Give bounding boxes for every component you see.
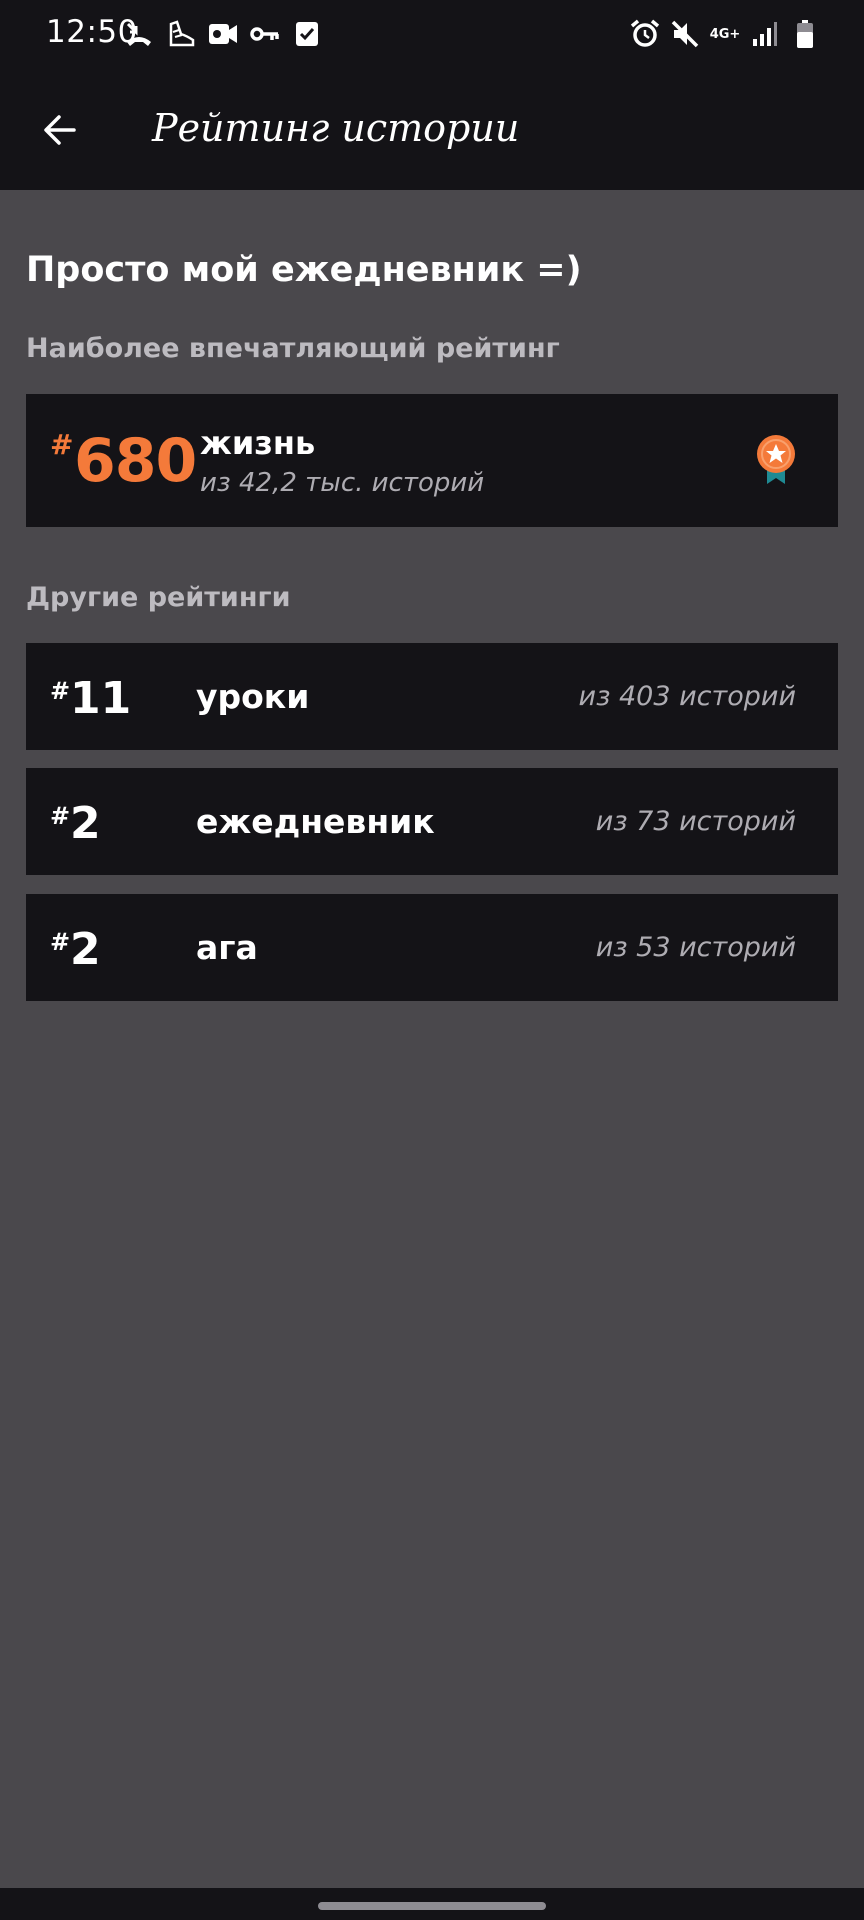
home-gesture-handle[interactable] [318,1902,546,1910]
signal-icon [750,17,780,51]
rating-row[interactable]: # 11 уроки из 403 историй [26,643,838,750]
rating-subtitle: из 403 историй [578,681,796,712]
rank-number: 2 [70,924,101,975]
app-bar: Рейтинг истории [0,70,864,190]
status-bar: 12:50 4G+ [0,0,864,70]
video-camera-icon [208,17,238,51]
network-icon: 4G+ [709,26,741,42]
shoe-icon [166,17,196,51]
alarm-icon [630,17,660,51]
top-rating-subtitle: из 42,2 тыс. историй [200,468,485,498]
mute-icon [670,17,700,51]
rating-row[interactable]: # 2 ага из 53 историй [26,894,838,1001]
story-title: Просто мой ежедневник =) [26,250,582,290]
checkbox-icon [292,17,322,51]
rank-number: 11 [70,673,132,724]
rating-tag: ежедневник [196,802,435,841]
battery-icon [790,17,820,51]
medal-icon [757,435,795,484]
rating-tag: уроки [196,677,310,716]
back-button[interactable] [30,100,90,160]
rating-subtitle: из 53 историй [595,932,796,963]
navigation-bar [0,1888,864,1920]
missed-call-icon [124,17,154,51]
top-rank-number: 680 [74,426,197,496]
rank-hash: # [50,802,71,830]
rating-subtitle: из 73 историй [595,806,796,837]
status-left-icons [124,17,322,51]
rating-row[interactable]: # 2 ежедневник из 73 историй [26,768,838,875]
rank-hash: # [50,928,71,956]
key-icon [250,17,280,51]
rank-hash: # [50,428,74,461]
section-label-other-ratings: Другие рейтинги [26,582,291,613]
status-right-icons: 4G+ [630,17,820,51]
top-rating-tag: жизнь [200,424,316,462]
top-rating-card[interactable]: # 680 жизнь из 42,2 тыс. историй [26,394,838,527]
section-label-top-rating: Наиболее впечатляющий рейтинг [26,333,560,364]
page-title: Рейтинг истории [152,106,520,150]
rank-number: 2 [70,798,101,849]
arrow-left-icon [44,115,76,145]
rank-hash: # [50,677,71,705]
rating-tag: ага [196,928,258,967]
